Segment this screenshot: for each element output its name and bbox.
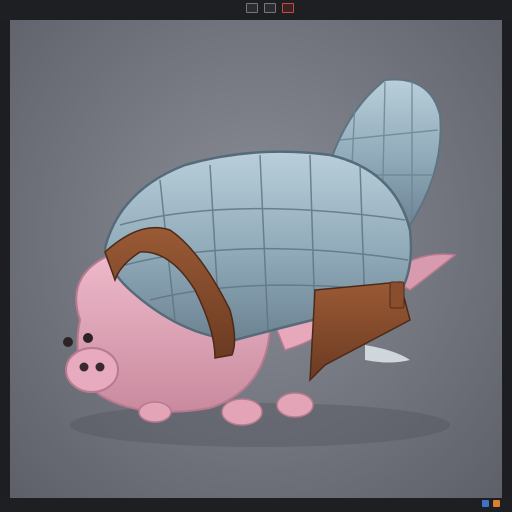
app-icon[interactable] — [493, 500, 500, 507]
title-bar — [0, 0, 512, 20]
toolbar — [246, 3, 294, 13]
render-viewport[interactable] — [10, 20, 502, 498]
pig-snout — [65, 347, 119, 393]
nostril-left — [79, 362, 89, 372]
file-icon[interactable] — [264, 3, 276, 13]
eye-right — [83, 333, 93, 343]
status-bar — [0, 498, 512, 512]
app-window — [0, 0, 512, 512]
leg-mid — [221, 398, 263, 426]
image-icon[interactable] — [246, 3, 258, 13]
leg-front — [138, 401, 172, 423]
nostril-right — [95, 362, 105, 372]
leg-rear — [276, 392, 314, 418]
status-area — [482, 500, 504, 507]
tail-tip — [365, 345, 410, 363]
close-icon[interactable] — [282, 3, 294, 13]
strap-buckle — [389, 281, 405, 309]
creature-render — [63, 78, 457, 447]
eye-left — [63, 337, 73, 347]
windows-icon[interactable] — [482, 500, 489, 507]
